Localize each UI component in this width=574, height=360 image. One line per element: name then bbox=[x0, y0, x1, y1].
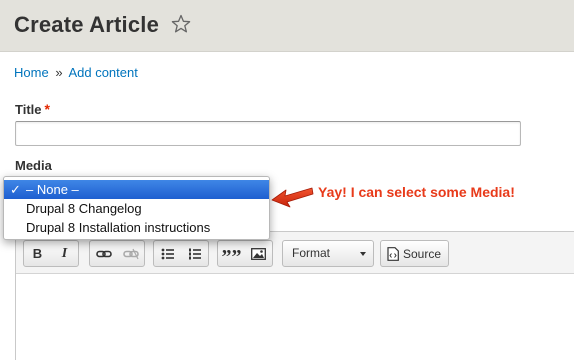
format-dropdown-label: Format bbox=[292, 246, 331, 260]
chevron-down-icon bbox=[360, 252, 366, 256]
image-button[interactable] bbox=[245, 241, 272, 266]
bulleted-list-icon bbox=[161, 248, 174, 259]
media-select-dropdown[interactable]: ✓ – None – Drupal 8 Changelog Drupal 8 I… bbox=[3, 176, 270, 240]
source-button-label: Source bbox=[403, 246, 442, 261]
breadcrumb-home-link[interactable]: Home bbox=[14, 65, 49, 80]
checkmark-icon: ✓ bbox=[10, 182, 21, 197]
annotation-text: Yay! I can select some Media! bbox=[318, 184, 515, 200]
italic-button[interactable]: I bbox=[51, 241, 78, 266]
title-label-text: Title bbox=[15, 102, 42, 117]
toolbar-group-lists bbox=[153, 240, 209, 267]
required-marker: * bbox=[44, 101, 50, 117]
media-option-label: Drupal 8 Installation instructions bbox=[26, 220, 211, 235]
numbered-list-icon bbox=[188, 248, 201, 259]
media-option-changelog[interactable]: Drupal 8 Changelog bbox=[4, 199, 269, 218]
link-button[interactable] bbox=[90, 241, 117, 266]
star-icon[interactable] bbox=[171, 14, 191, 34]
media-option-installation[interactable]: Drupal 8 Installation instructions bbox=[4, 218, 269, 237]
media-option-label: Drupal 8 Changelog bbox=[26, 201, 142, 216]
body-editor[interactable]: B I ”” Format Source bbox=[15, 231, 574, 360]
bulleted-list-button[interactable] bbox=[154, 241, 181, 266]
media-option-label: – None – bbox=[26, 182, 79, 197]
breadcrumb-add-content-link[interactable]: Add content bbox=[68, 65, 137, 80]
source-button[interactable]: Source bbox=[380, 240, 449, 267]
unlink-button[interactable] bbox=[117, 241, 144, 266]
image-icon bbox=[251, 247, 266, 260]
title-input[interactable] bbox=[15, 121, 521, 146]
page-header: Create Article bbox=[0, 0, 574, 52]
toolbar-group-basic: B I bbox=[23, 240, 79, 267]
media-field-label: Media bbox=[15, 158, 52, 173]
toolbar-group-links bbox=[89, 240, 145, 267]
title-field-label: Title * bbox=[15, 101, 50, 117]
toolbar-group-media: ”” bbox=[217, 240, 273, 268]
numbered-list-button[interactable] bbox=[181, 241, 208, 266]
media-option-none[interactable]: ✓ – None – bbox=[4, 180, 269, 199]
page-title: Create Article bbox=[14, 12, 160, 37]
format-dropdown[interactable]: Format bbox=[282, 240, 374, 267]
breadcrumb: Home » Add content bbox=[14, 65, 138, 80]
annotation-arrow-icon bbox=[271, 187, 314, 208]
unlink-icon bbox=[122, 248, 139, 259]
blockquote-button[interactable]: ”” bbox=[218, 241, 245, 268]
bold-button[interactable]: B bbox=[24, 241, 51, 266]
breadcrumb-separator: » bbox=[55, 65, 63, 80]
link-icon bbox=[95, 250, 112, 257]
source-icon bbox=[387, 246, 399, 261]
